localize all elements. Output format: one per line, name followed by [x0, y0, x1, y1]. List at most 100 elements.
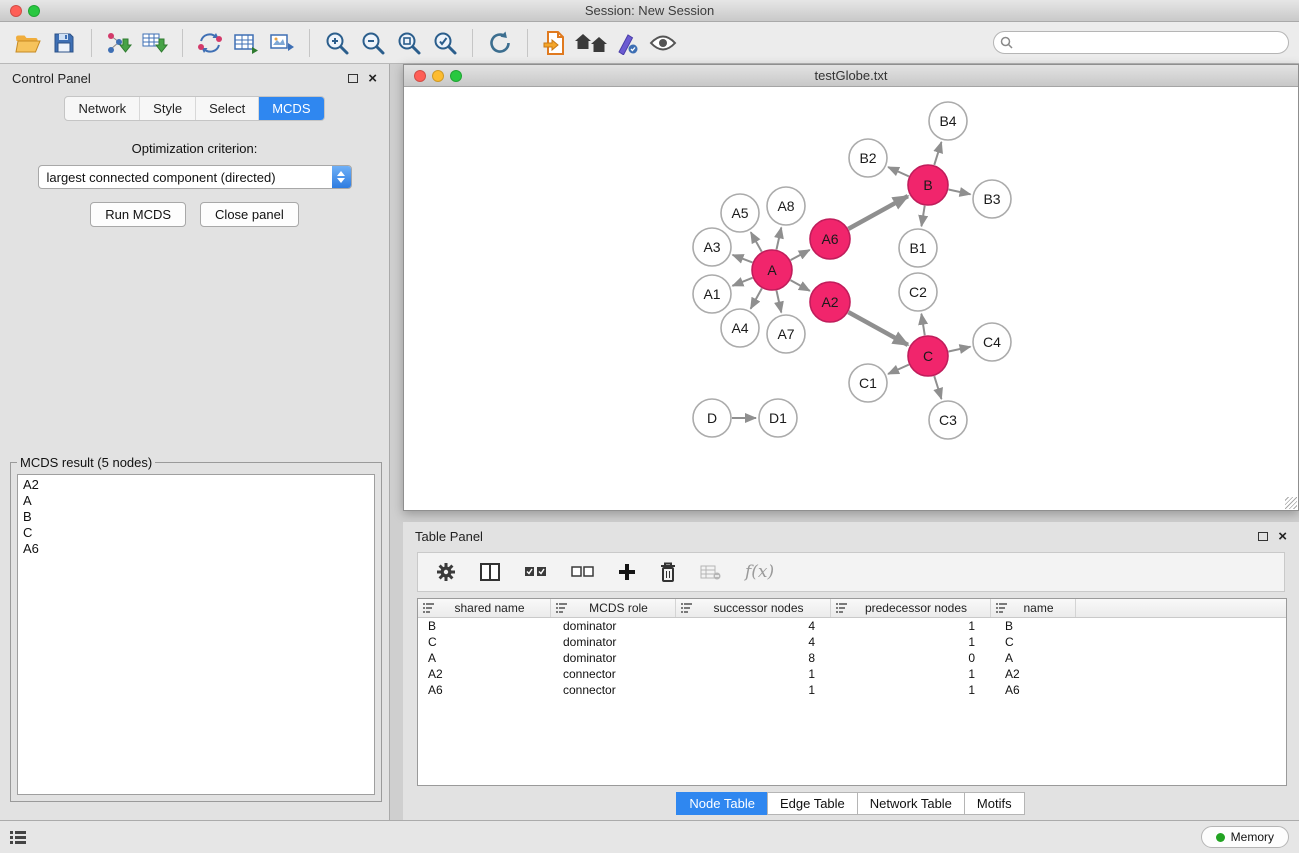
- table-cell[interactable]: B: [418, 618, 551, 634]
- apply-layout-button[interactable]: [482, 25, 518, 61]
- graph-node-B3[interactable]: B3: [973, 180, 1011, 218]
- mcds-result-item[interactable]: A6: [23, 541, 369, 557]
- graph-node-D1[interactable]: D1: [759, 399, 797, 437]
- graph-node-C4[interactable]: C4: [973, 323, 1011, 361]
- column-header-name[interactable]: name: [991, 599, 1076, 617]
- graph-edge-B-B4[interactable]: [934, 142, 941, 165]
- table-cell[interactable]: A: [991, 650, 1076, 666]
- network-minimize-button[interactable]: [432, 70, 444, 82]
- table-row[interactable]: A6connector11A6: [418, 682, 1286, 698]
- graph-edge-A2-C[interactable]: [848, 312, 907, 345]
- graph-node-A4[interactable]: A4: [721, 309, 759, 347]
- close-panel-icon[interactable]: ×: [368, 74, 377, 84]
- table-row[interactable]: Cdominator41C: [418, 634, 1286, 650]
- graph-node-C2[interactable]: C2: [899, 273, 937, 311]
- table-row[interactable]: Adominator80A: [418, 650, 1286, 666]
- graph-edge-C-C1[interactable]: [888, 365, 909, 374]
- graph-node-A2[interactable]: A2: [810, 282, 850, 322]
- show-hide-button[interactable]: [645, 25, 681, 61]
- network-zoom-button[interactable]: [450, 70, 462, 82]
- graph-edge-A6-B[interactable]: [848, 196, 907, 229]
- table-cell[interactable]: 1: [831, 634, 991, 650]
- mcds-result-item[interactable]: B: [23, 509, 369, 525]
- table-cell[interactable]: 4: [676, 618, 831, 634]
- graph-edge-A-A3[interactable]: [733, 255, 753, 263]
- network-window-titlebar[interactable]: testGlobe.txt: [404, 65, 1298, 87]
- table-cell[interactable]: dominator: [551, 650, 676, 666]
- run-mcds-button[interactable]: Run MCDS: [90, 202, 186, 227]
- table-cell[interactable]: A2: [991, 666, 1076, 682]
- tab-node-table[interactable]: Node Table: [676, 792, 768, 815]
- graph-node-A[interactable]: A: [752, 250, 792, 290]
- close-panel-icon[interactable]: ×: [1278, 532, 1287, 542]
- close-panel-button[interactable]: Close panel: [200, 202, 299, 227]
- deselect-all-button[interactable]: [571, 566, 594, 578]
- tab-network[interactable]: Network: [65, 97, 140, 120]
- select-all-button[interactable]: [524, 566, 547, 578]
- tab-style[interactable]: Style: [140, 97, 196, 120]
- table-cell[interactable]: 1: [831, 682, 991, 698]
- resize-corner[interactable]: [1285, 497, 1297, 509]
- graph-edge-A-A6[interactable]: [791, 250, 810, 260]
- graph-node-A3[interactable]: A3: [693, 228, 731, 266]
- table-cell[interactable]: 1: [831, 666, 991, 682]
- table-row[interactable]: Bdominator41B: [418, 618, 1286, 634]
- mcds-result-item[interactable]: C: [23, 525, 369, 541]
- new-table-button[interactable]: [228, 25, 264, 61]
- graph-node-A7[interactable]: A7: [767, 315, 805, 353]
- column-header-predecessor-nodes[interactable]: predecessor nodes: [831, 599, 991, 617]
- graph-node-D[interactable]: D: [693, 399, 731, 437]
- graph-edge-B-B1[interactable]: [921, 206, 924, 227]
- table-row[interactable]: A2connector11A2: [418, 666, 1286, 682]
- table-cell[interactable]: 8: [676, 650, 831, 666]
- graph-node-B4[interactable]: B4: [929, 102, 967, 140]
- table-settings-button[interactable]: [436, 562, 456, 582]
- table-cell[interactable]: 1: [676, 666, 831, 682]
- function-builder-button[interactable]: f(x): [745, 562, 774, 582]
- table-cell[interactable]: B: [991, 618, 1076, 634]
- save-session-button[interactable]: [46, 25, 82, 61]
- clone-network-button[interactable]: [192, 25, 228, 61]
- zoom-out-button[interactable]: [355, 25, 391, 61]
- table-cell[interactable]: connector: [551, 666, 676, 682]
- graph-node-B[interactable]: B: [908, 165, 948, 205]
- export-document-button[interactable]: [537, 25, 573, 61]
- mcds-result-list[interactable]: A2ABCA6: [17, 474, 375, 795]
- zoom-in-button[interactable]: [319, 25, 355, 61]
- graph-edge-C-C4[interactable]: [949, 347, 971, 352]
- memory-button[interactable]: Memory: [1201, 826, 1289, 848]
- home-view-button[interactable]: [573, 25, 609, 61]
- tab-motifs[interactable]: Motifs: [964, 792, 1025, 815]
- graph-node-A1[interactable]: A1: [693, 275, 731, 313]
- graph-edge-B-B2[interactable]: [888, 167, 909, 176]
- delete-column-button[interactable]: [660, 562, 676, 582]
- graph-node-A6[interactable]: A6: [810, 219, 850, 259]
- mcds-result-item[interactable]: A2: [23, 477, 369, 493]
- graph-node-C[interactable]: C: [908, 336, 948, 376]
- open-session-button[interactable]: [10, 25, 46, 61]
- table-cell[interactable]: 1: [831, 618, 991, 634]
- tab-network-table[interactable]: Network Table: [857, 792, 965, 815]
- graph-edge-B-B3[interactable]: [949, 189, 971, 194]
- column-header-successor-nodes[interactable]: successor nodes: [676, 599, 831, 617]
- network-canvas[interactable]: B4B2BB3A5A8A6A3B1AC2A1A2A4A7C4CC1DD1C3: [404, 87, 1298, 510]
- graph-edge-A-A4[interactable]: [751, 288, 762, 308]
- zoom-window-button[interactable]: [28, 5, 40, 17]
- task-history-button[interactable]: [10, 831, 26, 844]
- graph-edge-A-A8[interactable]: [776, 227, 781, 249]
- tab-edge-table[interactable]: Edge Table: [767, 792, 858, 815]
- column-header-mcds-role[interactable]: MCDS role: [551, 599, 676, 617]
- graph-node-A5[interactable]: A5: [721, 194, 759, 232]
- table-cell[interactable]: A6: [991, 682, 1076, 698]
- graph-node-C3[interactable]: C3: [929, 401, 967, 439]
- graph-edge-C-C2[interactable]: [921, 314, 924, 336]
- table-cell[interactable]: dominator: [551, 634, 676, 650]
- table-cell[interactable]: 0: [831, 650, 991, 666]
- graph-edge-A-A7[interactable]: [776, 291, 781, 313]
- mcds-result-item[interactable]: A: [23, 493, 369, 509]
- table-cell[interactable]: connector: [551, 682, 676, 698]
- column-header-shared-name[interactable]: shared name: [418, 599, 551, 617]
- tab-mcds[interactable]: MCDS: [259, 97, 323, 120]
- float-panel-icon[interactable]: [1258, 532, 1268, 541]
- graph-node-A8[interactable]: A8: [767, 187, 805, 225]
